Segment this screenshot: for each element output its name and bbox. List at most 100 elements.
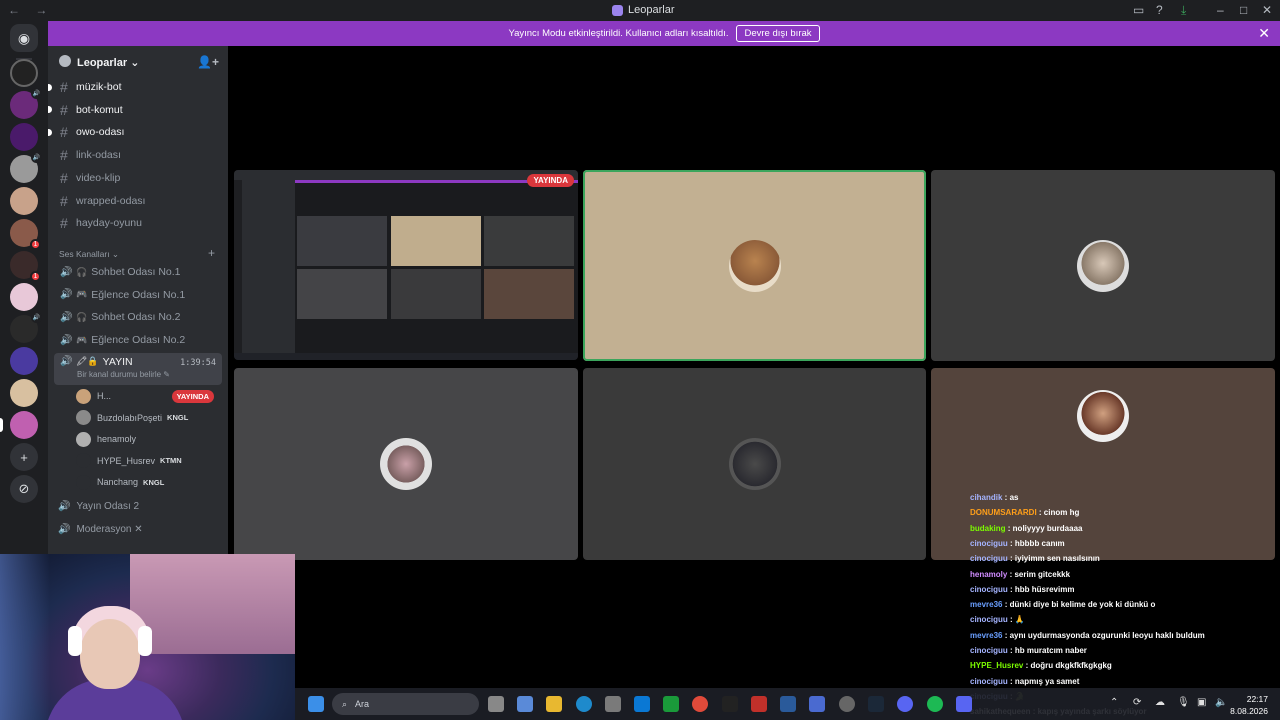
taskbar-clock[interactable]: 22:17 8.08.2026: [1230, 693, 1268, 717]
nav-arrows[interactable]: ← →: [8, 3, 53, 17]
server-icon-9[interactable]: 🔊: [10, 312, 42, 343]
hash-icon: #: [60, 124, 68, 141]
speaker-icon: 🔊: [60, 311, 73, 323]
server-icon-5[interactable]: [10, 187, 38, 215]
voice-channel-item[interactable]: 🔊 🎮 Eğlence Odası No.2: [54, 330, 222, 350]
voice-channel-yayin-odasi-2[interactable]: 🔊 Yayın Odası 2: [58, 501, 139, 512]
voice-channel-item[interactable]: 🔊 🎧 Sohbet Odası No.1: [54, 262, 222, 282]
chrome-icon[interactable]: [692, 696, 708, 712]
chat-message: mevre36 : dünki diye bi kelime de yok ki…: [970, 600, 1155, 609]
chat-username: cinociguu: [970, 676, 1008, 686]
text-channel-item[interactable]: # müzik-bot: [48, 77, 222, 97]
voice-channel-item[interactable]: 🔊 🎮 Eğlence Odası No.1: [54, 285, 222, 305]
server-icon-active[interactable]: [10, 411, 38, 439]
outlook-icon[interactable]: [634, 696, 650, 712]
text-channel-item[interactable]: # video-klip: [54, 168, 222, 188]
voice-member[interactable]: BuzdolabıPoşeti KNGL: [76, 408, 224, 428]
hash-icon: #: [60, 147, 68, 164]
discord-taskbar-icon[interactable]: [897, 696, 913, 712]
stream-nested-tile: [391, 216, 481, 266]
voice-member[interactable]: H... YAYINDA: [76, 386, 224, 406]
text-channel-item[interactable]: # bot-komut: [48, 100, 222, 120]
discover-icon[interactable]: ⊘: [10, 475, 38, 503]
server-icon-10[interactable]: [10, 347, 38, 375]
tray-app-icon[interactable]: ⟳: [1133, 697, 1141, 708]
member-tag: KNGL: [143, 477, 165, 487]
microphone-icon[interactable]: 🎙: [1177, 697, 1190, 708]
stream-chat-overlay: cihandik : as DONUMSARARDI : cinom hg buda…: [966, 478, 1280, 720]
headphones-icon: 🎧: [76, 311, 88, 322]
participant-tile[interactable]: [234, 368, 578, 560]
inbox-icon[interactable]: ▭: [1133, 3, 1144, 17]
discord-active-icon[interactable]: [956, 696, 972, 712]
chat-text: serim gitcekkk: [1014, 569, 1071, 579]
text-channel-name: wrapped-odası: [76, 194, 146, 207]
xbox-icon[interactable]: [663, 696, 679, 712]
hash-icon: #: [60, 169, 68, 186]
close-banner-icon[interactable]: ✕: [1258, 25, 1270, 42]
chat-separator: :: [1002, 630, 1010, 640]
epic-games-icon[interactable]: [722, 696, 738, 712]
server-icon: [612, 4, 623, 16]
search-icon: ⌕: [342, 698, 348, 709]
channel-status-placeholder[interactable]: Bir kanal durumu belirle ✎: [77, 370, 170, 379]
hash-icon: #: [60, 79, 68, 95]
voice-channel-item[interactable]: 🔊 🎧 Sohbet Odası No.2: [54, 307, 222, 327]
participant-tile[interactable]: [583, 170, 926, 361]
help-icon[interactable]: ?: [1156, 3, 1163, 17]
clock-date: 8.08.2026: [1230, 706, 1268, 716]
network-icon[interactable]: ▣: [1197, 697, 1206, 708]
text-channel-item[interactable]: # wrapped-odası: [54, 191, 222, 211]
task-view-icon[interactable]: [488, 696, 504, 712]
voice-member[interactable]: HYPE_Husrev KTMN: [76, 451, 224, 471]
invite-people-icon[interactable]: 👤+: [197, 55, 219, 69]
gamepad-icon: 🎮: [76, 334, 88, 345]
tray-chevron-icon[interactable]: ⌃: [1110, 697, 1118, 708]
minimize-icon[interactable]: –: [1217, 3, 1224, 17]
participant-tile[interactable]: [931, 170, 1275, 361]
voice-member[interactable]: henamoly: [76, 429, 224, 449]
voice-channel-moderasyon[interactable]: 🔊 Moderasyon ✕: [58, 524, 143, 535]
steam-icon[interactable]: [868, 696, 884, 712]
start-icon[interactable]: [308, 696, 324, 712]
stream-tile[interactable]: YAYINDA: [234, 170, 578, 360]
server-icon-11[interactable]: [10, 379, 38, 407]
server-icon-8[interactable]: [10, 283, 38, 311]
voice-member[interactable]: Nanchang KNGL: [76, 472, 224, 492]
copilot-icon[interactable]: [517, 696, 533, 712]
download-icon[interactable]: ⤓: [1181, 3, 1186, 18]
spotify-icon[interactable]: [927, 696, 943, 712]
disable-streamer-mode-button[interactable]: Devre dışı bırak: [736, 25, 820, 42]
edge-icon[interactable]: [576, 696, 592, 712]
app-icon[interactable]: [809, 696, 825, 712]
create-channel-icon[interactable]: +: [208, 246, 215, 260]
close-icon[interactable]: ✕: [1262, 3, 1272, 17]
channel-timer: 1:39:54: [180, 358, 216, 368]
discord-home-icon[interactable]: ◉: [10, 24, 38, 52]
text-channel-item[interactable]: # link-odası: [54, 145, 222, 165]
volume-icon[interactable]: 🔈: [1215, 697, 1227, 708]
server-icon-6[interactable]: 1: [10, 219, 41, 250]
store-icon[interactable]: [605, 696, 621, 712]
tray-app-icon[interactable]: ☁: [1155, 697, 1165, 708]
server-icon-2[interactable]: 🔊: [10, 88, 42, 119]
text-channel-item[interactable]: # hayday-oyunu: [54, 213, 222, 233]
server-icon-3[interactable]: [10, 123, 38, 151]
app-icon[interactable]: [751, 696, 767, 712]
server-icon-4[interactable]: 🔊: [10, 152, 42, 183]
taskbar-search[interactable]: ⌕ Ara: [332, 693, 479, 715]
chat-username: DONUMSARARDI: [970, 508, 1037, 518]
maximize-icon[interactable]: □: [1240, 3, 1247, 17]
streamer-mode-banner: Yayıncı Modu etkinleştirildi. Kullanıcı …: [48, 21, 1280, 46]
add-server-icon[interactable]: +: [10, 443, 38, 471]
text-channel-item[interactable]: # owo-odası: [48, 122, 222, 142]
file-explorer-icon[interactable]: [546, 696, 562, 712]
voice-channel-yayin[interactable]: 🔊 🖍🔒 YAYIN 1:39:54 Bir kanal durumu beli…: [54, 353, 222, 385]
app-icon[interactable]: [780, 696, 796, 712]
server-icon-1[interactable]: [10, 59, 38, 87]
obs-icon[interactable]: [839, 696, 855, 712]
participant-tile[interactable]: [583, 368, 926, 560]
voice-category-label[interactable]: Ses Kanalları ⌄: [59, 249, 119, 260]
server-header[interactable]: Leoparlar ⌄ 👤+: [48, 46, 228, 79]
server-icon-7[interactable]: 1: [10, 251, 41, 282]
